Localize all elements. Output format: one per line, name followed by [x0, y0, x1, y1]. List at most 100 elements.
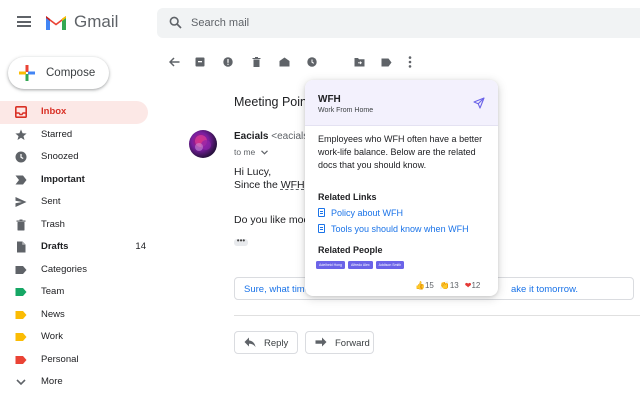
sidebar-item-label: Trash: [41, 218, 65, 230]
email-body-line-1: Since the WFH p: [234, 179, 313, 191]
smart-reply-option[interactable]: Sure, what time: [244, 284, 310, 295]
sidebar-item-more[interactable]: More: [0, 371, 156, 394]
sidebar-item-sent[interactable]: Sent: [0, 191, 156, 214]
more-vert-icon: [408, 56, 412, 68]
forward-icon: [315, 337, 327, 347]
important-icon: [15, 175, 27, 184]
inbox-icon: [15, 106, 27, 118]
document-icon: [318, 208, 325, 217]
people-chips: Adelheid Hong Alfredo Alex Addison Smith: [316, 261, 405, 269]
sidebar-item-label: Sent: [41, 196, 61, 207]
sidebar-item-label: Personal: [41, 353, 79, 365]
sender-name[interactable]: Eacials: [234, 131, 268, 142]
sidebar: Inbox Starred Snoozed Important Sent Tra…: [0, 101, 156, 394]
chevron-down-icon: [260, 150, 268, 155]
sidebar-item-label: Snoozed: [41, 151, 79, 162]
sidebar-item-label: Important: [41, 173, 85, 185]
person-chip[interactable]: Addison Smith: [375, 261, 405, 269]
sidebar-item-categories[interactable]: Categories: [0, 259, 156, 282]
archive-icon: [195, 57, 205, 67]
report-spam-button[interactable]: [218, 52, 238, 72]
snooze-button[interactable]: [302, 52, 322, 72]
label-icon: [15, 265, 27, 274]
mark-unread-button[interactable]: [274, 52, 294, 72]
sidebar-item-team[interactable]: Team: [0, 281, 156, 304]
person-chip[interactable]: Adelheid Hong: [316, 261, 345, 269]
gmail-logo-icon: [46, 16, 66, 30]
divider: [234, 315, 640, 316]
snooze-icon: [307, 57, 317, 67]
compose-label: Compose: [46, 67, 96, 79]
label-icon: [15, 333, 27, 341]
sidebar-item-trash[interactable]: Trash: [0, 214, 156, 237]
clap-reaction[interactable]: 👏13: [440, 281, 459, 290]
sender-line: Eacials <eacialsc: [234, 131, 313, 142]
sidebar-item-inbox[interactable]: Inbox: [0, 101, 148, 124]
reply-icon: [244, 337, 256, 348]
reaction-count: 13: [449, 281, 459, 290]
heart-reaction[interactable]: ❤12: [465, 281, 481, 290]
compose-button[interactable]: Compose: [8, 57, 109, 89]
plus-icon: [19, 65, 35, 81]
label-icon: [381, 58, 391, 66]
star-icon: [15, 129, 27, 140]
clock-icon: [15, 151, 27, 163]
sidebar-item-label: Inbox: [41, 106, 67, 117]
top-bar: Gmail: [0, 0, 640, 46]
delete-icon: [252, 57, 260, 67]
label-icon: [15, 310, 27, 319]
thumbs-up-reaction[interactable]: 👍15: [415, 281, 434, 290]
avatar-image: [195, 135, 211, 151]
smart-reply-option[interactable]: ake it tomorrow.: [511, 284, 578, 295]
sidebar-item-label: News: [41, 308, 65, 320]
reactions-bar: 👍15 👏13 ❤12: [415, 281, 480, 290]
report-spam-icon: [223, 57, 233, 67]
card-header: WFH Work From Home: [305, 80, 498, 126]
related-link-label: Tools you should know when WFH: [331, 224, 469, 234]
main-menu-icon[interactable]: [17, 16, 31, 27]
avatar[interactable]: [189, 130, 217, 158]
drafts-count: 14: [135, 241, 146, 252]
email-body-line-2: Do you like moc: [234, 214, 309, 226]
related-people-heading: Related People: [318, 245, 383, 255]
sidebar-item-label: Team: [41, 286, 65, 297]
wfh-highlight[interactable]: WFH: [281, 179, 305, 191]
email-subject: Meeting Point: [234, 95, 311, 109]
card-title: WFH: [318, 94, 341, 105]
search-icon[interactable]: [169, 16, 182, 29]
archive-button[interactable]: [190, 52, 210, 72]
move-to-button[interactable]: [349, 52, 369, 72]
delete-button[interactable]: [246, 52, 266, 72]
search-input[interactable]: [191, 15, 591, 31]
related-link[interactable]: Tools you should know when WFH: [318, 224, 469, 234]
back-arrow-icon: [168, 57, 179, 67]
sidebar-item-work[interactable]: Work: [0, 326, 156, 349]
person-chip[interactable]: Alfredo Alex: [347, 261, 373, 269]
draft-icon: [17, 241, 26, 253]
reaction-count: 15: [424, 281, 434, 290]
back-button[interactable]: [164, 52, 184, 72]
related-link[interactable]: Policy about WFH: [318, 208, 403, 218]
forward-button[interactable]: Forward: [305, 331, 374, 354]
move-to-icon: [354, 58, 364, 67]
sidebar-item-news[interactable]: News: [0, 304, 156, 327]
sidebar-item-label: More: [41, 376, 63, 387]
more-options-button[interactable]: [400, 52, 420, 72]
sidebar-item-important[interactable]: Important: [0, 169, 156, 192]
show-trimmed-content-button[interactable]: •••: [234, 237, 248, 246]
mark-unread-icon: [279, 57, 289, 67]
sidebar-item-snoozed[interactable]: Snoozed: [0, 146, 156, 169]
labels-button[interactable]: [376, 52, 396, 72]
sidebar-item-drafts[interactable]: Drafts 14: [0, 236, 156, 259]
recipient-details[interactable]: to me: [234, 147, 268, 157]
related-link-label: Policy about WFH: [331, 208, 404, 218]
label-icon: [15, 355, 27, 364]
search-bar[interactable]: [157, 8, 640, 38]
reply-button[interactable]: Reply: [234, 331, 298, 354]
send-icon[interactable]: [473, 97, 485, 109]
sidebar-item-personal[interactable]: Personal: [0, 349, 156, 372]
sidebar-item-starred[interactable]: Starred: [0, 124, 156, 147]
sidebar-item-label: Drafts: [41, 241, 69, 252]
related-links-heading: Related Links: [318, 192, 377, 202]
document-icon: [318, 224, 325, 233]
